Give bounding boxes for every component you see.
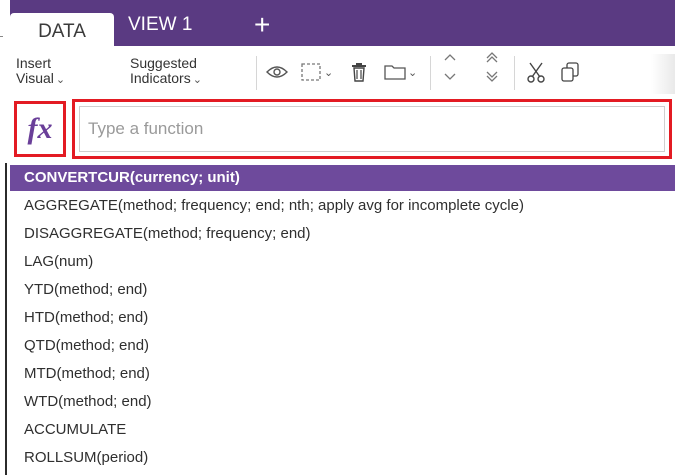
tab-bar: DATA VIEW 1 + bbox=[10, 0, 675, 46]
insert-visual-label-2: Visual bbox=[16, 70, 54, 86]
list-item-htd[interactable]: HTD(method; end) bbox=[10, 305, 675, 331]
move-up-icon[interactable] bbox=[442, 54, 458, 80]
chevron-down-icon: ⌄ bbox=[192, 74, 202, 86]
tab-view-1[interactable]: VIEW 1 + bbox=[128, 8, 270, 41]
function-input[interactable] bbox=[79, 106, 665, 152]
tab-data[interactable]: DATA bbox=[10, 13, 114, 46]
formula-bar: fx bbox=[10, 98, 675, 162]
chevron-down-icon: ⌄ bbox=[55, 74, 66, 86]
list-item-lag[interactable]: LAG(num) bbox=[10, 249, 675, 275]
trash-icon[interactable] bbox=[350, 59, 368, 85]
fx-button[interactable]: fx bbox=[14, 101, 66, 157]
list-item-accumulate[interactable]: ACCUMULATE bbox=[10, 417, 675, 443]
list-item-rollsum[interactable]: ROLLSUM(period) bbox=[10, 445, 675, 471]
folder-icon[interactable]: ⌄ bbox=[384, 59, 417, 85]
add-tab-button[interactable]: + bbox=[254, 8, 270, 42]
copy-icon[interactable] bbox=[560, 59, 580, 85]
left-edge bbox=[0, 0, 10, 475]
chevron-down-icon: ⌄ bbox=[324, 66, 334, 79]
fx-icon: fx bbox=[27, 112, 53, 145]
suggested-indicators-button[interactable]: Suggested Indicators ⌄ bbox=[130, 56, 202, 88]
list-item-qtd[interactable]: QTD(method; end) bbox=[10, 333, 675, 359]
list-item-aggregate[interactable]: AGGREGATE(method; frequency; end; nth; a… bbox=[10, 193, 675, 219]
cut-icon[interactable] bbox=[526, 59, 546, 85]
eye-icon[interactable] bbox=[266, 59, 288, 85]
toolbar-overflow-fade bbox=[651, 54, 675, 94]
insert-visual-label-1: Insert bbox=[16, 55, 52, 71]
tab-view-1-label: VIEW 1 bbox=[128, 14, 193, 35]
edge-tick bbox=[0, 36, 3, 37]
suggested-indicators-label-1: Suggested bbox=[130, 55, 197, 71]
list-item-wtd[interactable]: WTD(method; end) bbox=[10, 389, 675, 415]
function-suggestion-list: CONVERTCUR(currency; unit) AGGREGATE(met… bbox=[10, 165, 675, 475]
toolbar-divider bbox=[430, 56, 431, 90]
toolbar-divider bbox=[514, 56, 515, 90]
chevron-down-icon: ⌄ bbox=[408, 66, 418, 79]
toolbar: Insert Visual ⌄ Suggested Indicators ⌄ ⌄ ⌄ bbox=[10, 46, 675, 98]
edge-bar bbox=[5, 163, 7, 475]
move-top-icon[interactable] bbox=[484, 52, 500, 82]
list-item-ytd[interactable]: YTD(method; end) bbox=[10, 277, 675, 303]
list-item-disaggregate[interactable]: DISAGGREGATE(method; frequency; end) bbox=[10, 221, 675, 247]
suggested-indicators-label-2: Indicators bbox=[130, 70, 191, 86]
select-icon[interactable]: ⌄ bbox=[300, 59, 333, 85]
toolbar-divider bbox=[256, 56, 257, 90]
app-window: DATA VIEW 1 + Insert Visual ⌄ Suggested I… bbox=[0, 0, 675, 475]
list-item-convertcur[interactable]: CONVERTCUR(currency; unit) bbox=[10, 165, 675, 191]
insert-visual-button[interactable]: Insert Visual ⌄ bbox=[16, 56, 65, 88]
list-item-mtd[interactable]: MTD(method; end) bbox=[10, 361, 675, 387]
function-input-frame bbox=[72, 99, 672, 159]
